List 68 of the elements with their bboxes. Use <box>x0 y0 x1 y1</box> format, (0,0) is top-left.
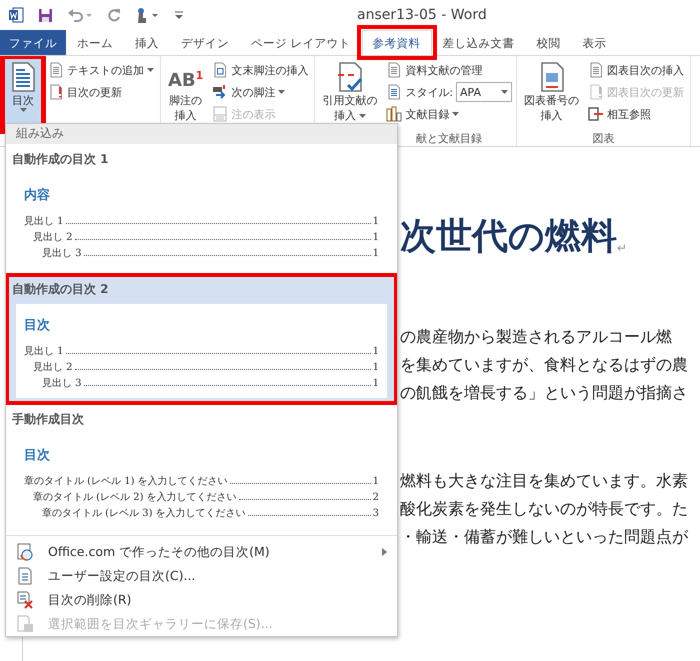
menu-item[interactable]: 目次の削除(R) <box>6 588 397 612</box>
toc-entry: 見出し 1 1 <box>24 214 379 229</box>
stacked-documents-icon <box>386 62 402 78</box>
toc-entry: 見出し 2 1 <box>32 230 379 245</box>
document-exclamation-icon <box>48 84 64 100</box>
caret-icon <box>358 114 366 118</box>
ribbon-button[interactable]: 目次の更新 <box>46 82 156 102</box>
toc-entry: 章のタイトル (レベル 3) を入力してください 3 <box>41 506 379 521</box>
document-globe-icon <box>16 543 34 561</box>
caret-icon <box>278 90 286 94</box>
ribbon-tab[interactable]: デザイン <box>170 30 240 55</box>
body-text-line: の飢餓を増長する」という問題が指摘さ <box>400 382 689 404</box>
stacked-pages-icon <box>212 62 228 78</box>
menu-section-header: 組み込み <box>6 124 397 144</box>
gallery-item[interactable]: 自動作成の目次 2 目次 見出し 1 1 見出し 2 1 見出し 3 1 <box>6 274 397 404</box>
hand-pointer-icon[interactable] <box>135 7 161 23</box>
ribbon-tab[interactable]: ページ レイアウト <box>240 30 362 55</box>
ribbon-button[interactable]: 図表目次の挿入 <box>586 60 686 80</box>
document-heading: 次世代の燃料 <box>400 215 617 259</box>
toc-entry: 章のタイトル (レベル 1) を入力してください 1 <box>24 474 379 489</box>
save-icon[interactable] <box>38 8 53 22</box>
document-save-icon <box>16 615 34 633</box>
ribbon-tab[interactable]: 差し込み文書 <box>432 30 526 55</box>
window-title: anser13-05 - Word <box>357 7 487 23</box>
ribbon-button[interactable]: 図表番号の 挿入 <box>521 58 582 130</box>
menu-item[interactable]: ユーザー設定の目次(C)... <box>6 564 397 588</box>
body-text-line: の農産物から製造されるアルコール燃 <box>400 326 673 348</box>
paragraph-mark: ↵ <box>617 241 628 255</box>
ribbon-button[interactable]: テキストの追加 <box>46 60 156 80</box>
submenu-arrow-icon <box>382 548 387 556</box>
group-label: 図表 <box>592 130 615 146</box>
document-delete-icon <box>16 591 34 609</box>
toc-entry: 見出し 3 1 <box>41 246 379 261</box>
document-list-icon <box>386 84 402 100</box>
toc-entry: 見出し 3 1 <box>41 376 379 391</box>
toc-entry: 章のタイトル (レベル 2) を入力してください 2 <box>32 490 379 505</box>
redo-icon[interactable] <box>107 8 121 22</box>
body-text-line: 燃料も大きな注目を集めています。水素 <box>400 470 689 492</box>
document-lines-icon <box>16 567 34 585</box>
ribbon-tab[interactable]: 校閲 <box>526 30 572 55</box>
ribbon-tab[interactable]: ホーム <box>66 30 124 55</box>
undo-icon[interactable] <box>67 8 93 22</box>
style-dropdown[interactable]: APA <box>456 82 512 102</box>
customize-menu-icon[interactable] <box>175 10 183 20</box>
body-text-line: ・輸送・備蓄が難しいといった問題点が <box>400 526 690 548</box>
ribbon-tab[interactable]: 挿入 <box>124 30 170 55</box>
ribbon-button[interactable]: 文献目録 <box>384 104 512 124</box>
word-logo-icon <box>8 7 24 23</box>
menu-item[interactable]: Office.com で作ったその他の目次(M) <box>6 540 397 564</box>
caret-icon <box>147 68 154 72</box>
ribbon-button[interactable]: 文末脚注の挿入 <box>210 60 310 80</box>
cross-reference-icon <box>588 106 604 122</box>
toc-entry: 見出し 2 1 <box>32 360 379 375</box>
caret-icon <box>501 90 508 94</box>
ribbon-button[interactable]: 資料文献の管理 <box>384 60 512 80</box>
document-lines-icon <box>588 62 604 78</box>
toc-entry: 見出し 1 1 <box>24 344 379 359</box>
ribbon-button[interactable]: 相互参照 <box>586 104 686 124</box>
style-label: スタイル: <box>405 84 454 100</box>
ribbon-tab[interactable]: ファイル <box>0 30 66 55</box>
group-label: 献と文献目録 <box>416 130 482 146</box>
ribbon-button[interactable]: 次の脚注 <box>210 82 310 102</box>
caret-icon <box>20 108 26 112</box>
body-text-line: 酸化炭素を発生しないのが特長です。た <box>400 498 689 520</box>
caret-icon <box>452 112 460 116</box>
document-exclamation-icon <box>588 84 604 100</box>
ribbon-tab[interactable]: 表示 <box>572 30 618 55</box>
body-text-line: を集めていますが、食料となるはずの農 <box>400 354 689 376</box>
